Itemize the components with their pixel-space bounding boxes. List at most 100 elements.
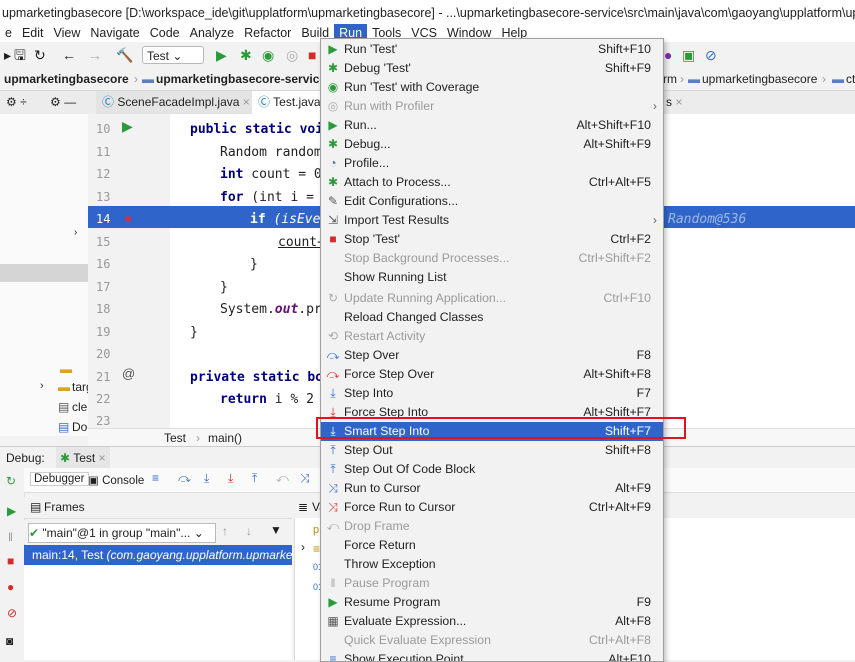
caret-right-icon[interactable]: › bbox=[301, 540, 305, 554]
menu-item-debug[interactable]: ✱ Debug... Alt+Shift+F9 bbox=[321, 135, 663, 154]
menu-item-stop-test[interactable]: ■ Stop 'Test' Ctrl+F2 bbox=[321, 230, 663, 249]
nav-crumb-ct[interactable]: ct bbox=[846, 69, 855, 90]
tab-debugger[interactable]: Debugger bbox=[30, 472, 89, 486]
caret-right-icon[interactable]: › bbox=[40, 380, 44, 392]
menu-item-force-step-over[interactable]: ⤼ Force Step Over Alt+Shift+F8 bbox=[321, 365, 663, 384]
nav-crumb-rm[interactable]: rm bbox=[663, 69, 677, 90]
menu-item-attach-to-process[interactable]: ✱ Attach to Process... Ctrl+Alt+F5 bbox=[321, 173, 663, 192]
frame-row[interactable]: main:14, Test (com.gaoyang.upplatform.up… bbox=[24, 545, 292, 565]
menu-item-evaluate-expression[interactable]: ▦ Evaluate Expression... Alt+F8 bbox=[321, 612, 663, 631]
menu-item-run-test-with-coverage[interactable]: ◉ Run 'Test' with Coverage bbox=[321, 78, 663, 97]
menu-item-step-out[interactable]: ⤒ Step Out Shift+F8 bbox=[321, 441, 663, 460]
step-out-icon[interactable]: ⤒ bbox=[252, 471, 257, 486]
run-config-select[interactable]: Test ⌄ bbox=[142, 46, 204, 64]
menu-item-stop-background-processes[interactable]: Stop Background Processes... Ctrl+Shift+F… bbox=[321, 249, 663, 268]
tab-console[interactable]: ▣ Console bbox=[88, 473, 144, 487]
menu-item-run[interactable]: ▶ Run... Alt+Shift+F10 bbox=[321, 116, 663, 135]
menu-item-run-to-cursor[interactable]: ⤨ Run to Cursor Alt+F9 bbox=[321, 479, 663, 498]
breakpoint-icon[interactable]: ● bbox=[124, 210, 132, 226]
run-to-cursor-icon[interactable]: ⤨ bbox=[300, 471, 310, 486]
menu-item-pause-program[interactable]: ‖ Pause Program bbox=[321, 574, 663, 593]
tab-scenefacadeimpl[interactable]: Ⓒ SceneFacadeImpl.java × bbox=[96, 91, 256, 114]
menu-item-reload-changed-classes[interactable]: Reload Changed Classes bbox=[321, 308, 663, 327]
menu-item-force-return[interactable]: Force Return bbox=[321, 536, 663, 555]
menu-item-profile[interactable]: ◔ Profile... bbox=[321, 154, 663, 173]
menu-item-step-out-of-code-block[interactable]: ⤒ Step Out Of Code Block bbox=[321, 460, 663, 479]
rerun-icon[interactable]: ↻ bbox=[6, 474, 16, 488]
menu-icon[interactable]: ≡ bbox=[152, 471, 159, 485]
plugin-icon[interactable]: ● bbox=[664, 47, 672, 63]
nav-crumb-package[interactable]: upmarketingbasecore bbox=[702, 69, 817, 90]
stop-icon[interactable]: ■ bbox=[7, 554, 14, 568]
breadcrumb-class[interactable]: Test bbox=[164, 429, 186, 447]
settings-icon[interactable]: ⚙ ÷ bbox=[0, 91, 33, 114]
menu-item-resume-program[interactable]: ▶ Resume Program F9 bbox=[321, 593, 663, 612]
debug-session-tab[interactable]: ✱ Test × bbox=[56, 447, 110, 469]
chart-icon[interactable]: ▣ bbox=[682, 47, 695, 63]
menu-item-show-running-list[interactable]: Show Running List bbox=[321, 268, 663, 287]
force-step-into-icon[interactable]: ⤓ bbox=[228, 471, 233, 486]
menu-item-run-with-profiler[interactable]: ◎ Run with Profiler › bbox=[321, 97, 663, 116]
forward-icon[interactable]: → bbox=[88, 47, 102, 63]
menu-item-force-run-to-cursor[interactable]: ⤨ Force Run to Cursor Ctrl+Alt+F9 bbox=[321, 498, 663, 517]
resume-icon[interactable]: ▶ bbox=[7, 504, 16, 518]
build-icon[interactable]: 🔨 bbox=[116, 47, 133, 63]
menu-item-drop-frame[interactable]: ⤺ Drop Frame bbox=[321, 517, 663, 536]
arrow-down-icon[interactable]: ↓ bbox=[246, 524, 252, 538]
caret-right-icon[interactable]: › bbox=[74, 227, 77, 238]
menu-item-restart-activity[interactable]: ⟲ Restart Activity bbox=[321, 327, 663, 346]
tab-other[interactable]: s × bbox=[660, 91, 688, 114]
menu-item-quick-evaluate-expression[interactable]: Quick Evaluate Expression Ctrl+Alt+F8 bbox=[321, 631, 663, 650]
step-into-icon[interactable]: ⤓ bbox=[204, 471, 209, 486]
menu-item-step-into[interactable]: ⤓ Step Into F7 bbox=[321, 384, 663, 403]
close-icon[interactable]: × bbox=[99, 451, 106, 465]
bug-icon: ✱ bbox=[60, 451, 71, 465]
menu-item-throw-exception[interactable]: Throw Exception bbox=[321, 555, 663, 574]
filter-icon[interactable]: ▼ bbox=[270, 523, 282, 537]
menu-item-update-running-application[interactable]: ↻ Update Running Application... Ctrl+F10 bbox=[321, 289, 663, 308]
back-icon[interactable]: ← bbox=[62, 47, 76, 63]
menu-file[interactable]: e bbox=[0, 24, 17, 42]
debug-icon[interactable]: ✱ bbox=[240, 47, 252, 63]
menu-code[interactable]: Code bbox=[145, 24, 185, 42]
tab-test[interactable]: Ⓒ Test.java bbox=[252, 91, 327, 114]
menu-analyze[interactable]: Analyze bbox=[185, 24, 239, 42]
nav-crumb-project[interactable]: upmarketingbasecore bbox=[4, 69, 129, 90]
menu-item-shortcut: Alt+F10 bbox=[608, 652, 651, 662]
menu-item-run-test[interactable]: ▶ Run 'Test' Shift+F10 bbox=[321, 40, 663, 59]
sync-icon[interactable]: ↻ bbox=[34, 47, 46, 63]
menu-view[interactable]: View bbox=[49, 24, 86, 42]
run-gutter-icon[interactable]: ▶ bbox=[122, 118, 133, 135]
menu-edit[interactable]: Edit bbox=[17, 24, 49, 42]
coverage-icon[interactable]: ◉ bbox=[262, 47, 274, 63]
thread-selector-row: ✔ "main"@1 in group "main"... ⌄ ↑ ↓ ▼ bbox=[24, 520, 292, 544]
arrow-up-icon[interactable]: ↑ bbox=[222, 524, 228, 538]
view-breakpoints-icon[interactable]: ● bbox=[7, 580, 14, 594]
step-over-icon[interactable]: ⤼ bbox=[178, 471, 191, 486]
run-to-cursor-icon: ⤨ bbox=[328, 481, 338, 495]
breadcrumb-method[interactable]: main() bbox=[208, 429, 242, 447]
menu-item-edit-configurations[interactable]: ✎ Edit Configurations... bbox=[321, 192, 663, 211]
save-icon[interactable]: 🖫 bbox=[14, 47, 26, 63]
menu-item-show-execution-point[interactable]: ≡ Show Execution Point Alt+F10 bbox=[321, 650, 663, 662]
close-icon[interactable]: × bbox=[243, 95, 250, 109]
gear-icon[interactable]: ⚙ — bbox=[44, 91, 82, 114]
camera-icon[interactable]: ◙ bbox=[6, 634, 13, 648]
menu-item-import-test-results[interactable]: ⇲ Import Test Results › bbox=[321, 211, 663, 230]
file-icon: ▤ bbox=[58, 400, 70, 414]
thread-select[interactable]: ✔ "main"@1 in group "main"... ⌄ bbox=[28, 523, 216, 543]
menu-item-debug-test[interactable]: ✱ Debug 'Test' Shift+F9 bbox=[321, 59, 663, 78]
pause-icon[interactable]: ‖ bbox=[8, 530, 13, 544]
menu-item-step-over[interactable]: ⤼ Step Over F8 bbox=[321, 346, 663, 365]
drop-frame-icon[interactable]: ⤺ bbox=[276, 471, 289, 486]
nav-crumb-module[interactable]: upmarketingbasecore-service bbox=[156, 69, 326, 90]
close-icon[interactable]: × bbox=[675, 95, 682, 109]
mute-breakpoints-icon[interactable]: ⊘ bbox=[7, 606, 17, 620]
stop-icon[interactable]: ■ bbox=[308, 47, 316, 63]
no-entry-icon[interactable]: ⊘ bbox=[705, 47, 717, 63]
open-icon[interactable]: ▸ bbox=[4, 47, 11, 63]
menu-navigate[interactable]: Navigate bbox=[85, 24, 144, 42]
profiler-icon[interactable]: ◎ bbox=[286, 47, 298, 63]
menu-refactor[interactable]: Refactor bbox=[239, 24, 296, 42]
run-icon[interactable]: ▶ bbox=[216, 47, 227, 63]
